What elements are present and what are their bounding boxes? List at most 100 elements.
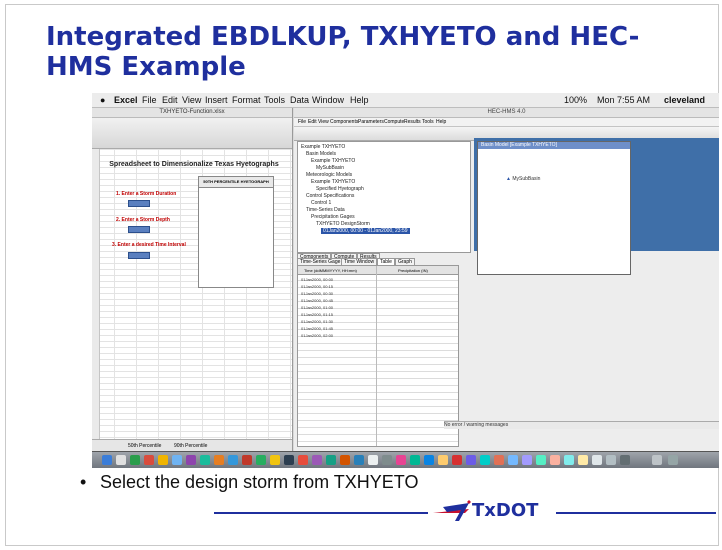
app-icon[interactable] <box>410 455 420 465</box>
app-icon[interactable] <box>494 455 504 465</box>
table-column-divider <box>376 266 377 446</box>
tree-item[interactable]: Meteorologic Models <box>306 172 352 178</box>
tree-item[interactable]: Example TXHYETO <box>301 144 345 150</box>
excel-duration-input[interactable] <box>128 200 150 207</box>
downloads-icon[interactable] <box>652 455 662 465</box>
app-icon[interactable] <box>200 455 210 465</box>
app-icon[interactable] <box>550 455 560 465</box>
finder-icon[interactable] <box>102 455 112 465</box>
excel-hyetograph-table[interactable]: 50TH PERCENTILE HYETOGRAPH <box>198 176 274 288</box>
hms-status-bar: No error / warning messages <box>444 421 719 429</box>
app-icon[interactable] <box>326 455 336 465</box>
table-row[interactable]: 01Jan2000, 00:30 <box>301 290 333 297</box>
precipitation-table[interactable]: Time (ddMMMYYYY, HH:mm) Precipitation (I… <box>297 265 459 447</box>
app-icon[interactable] <box>186 455 196 465</box>
app-icon[interactable] <box>522 455 532 465</box>
launchpad-icon[interactable] <box>116 455 126 465</box>
tree-item[interactable]: Control Specifications <box>306 193 354 199</box>
app-icon[interactable] <box>242 455 252 465</box>
app-icon[interactable] <box>424 455 434 465</box>
excel-window[interactable]: TXHYETO-Function.xlsx Spreadsheet to Dim… <box>92 108 293 452</box>
hms-menu-file[interactable]: File <box>298 119 306 125</box>
app-icon[interactable] <box>298 455 308 465</box>
trash-icon[interactable] <box>668 455 678 465</box>
hechms-window[interactable]: HEC-HMS 4.0 File Edit View Components Pa… <box>294 108 719 451</box>
app-icon[interactable] <box>578 455 588 465</box>
app-icon[interactable] <box>354 455 364 465</box>
excel-depth-input[interactable] <box>128 226 150 233</box>
tree-item-selected-window[interactable]: 01Jan2000, 00:00 - 01Jan2000, 23:59 <box>321 228 410 234</box>
app-icon[interactable] <box>158 455 168 465</box>
tree-item[interactable]: MySubBasin <box>316 165 344 171</box>
hms-menu-compute[interactable]: Compute <box>384 119 404 125</box>
app-icon[interactable] <box>606 455 616 465</box>
tree-item[interactable]: Example TXHYETO <box>311 158 355 164</box>
menu-tools[interactable]: Tools <box>264 95 285 105</box>
app-icon[interactable] <box>620 455 630 465</box>
tree-item[interactable]: Specified Hyetograph <box>316 186 364 192</box>
apple-menu-icon[interactable]: ● <box>100 95 105 105</box>
sheet-tab-50th[interactable]: 50th Percentile <box>128 443 161 449</box>
hms-menu-tools[interactable]: Tools <box>422 119 434 125</box>
hms-menu-components[interactable]: Components <box>330 119 358 125</box>
app-icon[interactable] <box>270 455 280 465</box>
app-icon[interactable] <box>228 455 238 465</box>
app-icon[interactable] <box>466 455 476 465</box>
table-row[interactable]: 01Jan2000, 02:00 <box>301 332 333 339</box>
table-row[interactable]: 01Jan2000, 00:00 <box>301 276 333 283</box>
app-icon[interactable] <box>368 455 378 465</box>
tree-item[interactable]: Control 1 <box>311 200 331 206</box>
menu-window[interactable]: Window <box>312 95 344 105</box>
app-icon[interactable] <box>144 455 154 465</box>
excel-dock-icon[interactable] <box>130 455 140 465</box>
tree-item[interactable]: TXHYETO DesignStorm <box>316 221 370 227</box>
menu-format[interactable]: Format <box>232 95 261 105</box>
table-row[interactable]: 01Jan2000, 00:45 <box>301 297 333 304</box>
excel-interval-input[interactable] <box>128 252 150 259</box>
excel-toolbar[interactable] <box>92 118 292 149</box>
menu-data[interactable]: Data <box>290 95 309 105</box>
app-icon[interactable] <box>214 455 224 465</box>
hms-menu-edit[interactable]: Edit <box>308 119 317 125</box>
table-row[interactable]: 01Jan2000, 00:15 <box>301 283 333 290</box>
menu-insert[interactable]: Insert <box>205 95 228 105</box>
table-row[interactable]: 01Jan2000, 01:00 <box>301 304 333 311</box>
hms-menu-help[interactable]: Help <box>436 119 446 125</box>
hms-menu-parameters[interactable]: Parameters <box>358 119 384 125</box>
subbasin-element[interactable]: ▲ MySubBasin <box>506 176 540 182</box>
tree-item[interactable]: Precipitation Gages <box>311 214 355 220</box>
tree-item[interactable]: Basin Models <box>306 151 336 157</box>
slide-title: Integrated EBDLKUP, TXHYETO and HEC-HMS … <box>46 22 640 82</box>
app-icon[interactable] <box>396 455 406 465</box>
screenshot-image: ● Excel File Edit View Insert Format Too… <box>92 93 719 468</box>
app-icon[interactable] <box>256 455 266 465</box>
app-icon[interactable] <box>592 455 602 465</box>
table-row[interactable]: 01Jan2000, 01:15 <box>301 311 333 318</box>
app-icon[interactable] <box>508 455 518 465</box>
app-icon[interactable] <box>382 455 392 465</box>
menu-excel[interactable]: Excel <box>114 95 138 105</box>
app-icon[interactable] <box>340 455 350 465</box>
basin-model-window[interactable]: Basin Model [Example TXHYETO] ▲ MySubBas… <box>477 141 631 275</box>
menu-view[interactable]: View <box>182 95 201 105</box>
app-icon[interactable] <box>284 455 294 465</box>
tree-item[interactable]: Time-Series Data <box>306 207 345 213</box>
menu-edit[interactable]: Edit <box>162 95 178 105</box>
app-icon[interactable] <box>452 455 462 465</box>
menu-help[interactable]: Help <box>350 95 369 105</box>
app-icon[interactable] <box>480 455 490 465</box>
time-column: 01Jan2000, 00:00 01Jan2000, 00:15 01Jan2… <box>301 276 333 339</box>
menu-file[interactable]: File <box>142 95 157 105</box>
table-row[interactable]: 01Jan2000, 01:45 <box>301 325 333 332</box>
tree-item[interactable]: Example TXHYETO <box>311 179 355 185</box>
app-icon[interactable] <box>536 455 546 465</box>
sheet-tab-90th[interactable]: 90th Percentile <box>174 443 207 449</box>
watershed-explorer-tree[interactable]: Example TXHYETO Basin Models Example TXH… <box>297 141 471 253</box>
app-icon[interactable] <box>172 455 182 465</box>
app-icon[interactable] <box>312 455 322 465</box>
table-row[interactable]: 01Jan2000, 01:30 <box>301 318 333 325</box>
hms-menu-results[interactable]: Results <box>404 119 421 125</box>
app-icon[interactable] <box>564 455 574 465</box>
app-icon[interactable] <box>438 455 448 465</box>
hms-menu-view[interactable]: View <box>318 119 329 125</box>
